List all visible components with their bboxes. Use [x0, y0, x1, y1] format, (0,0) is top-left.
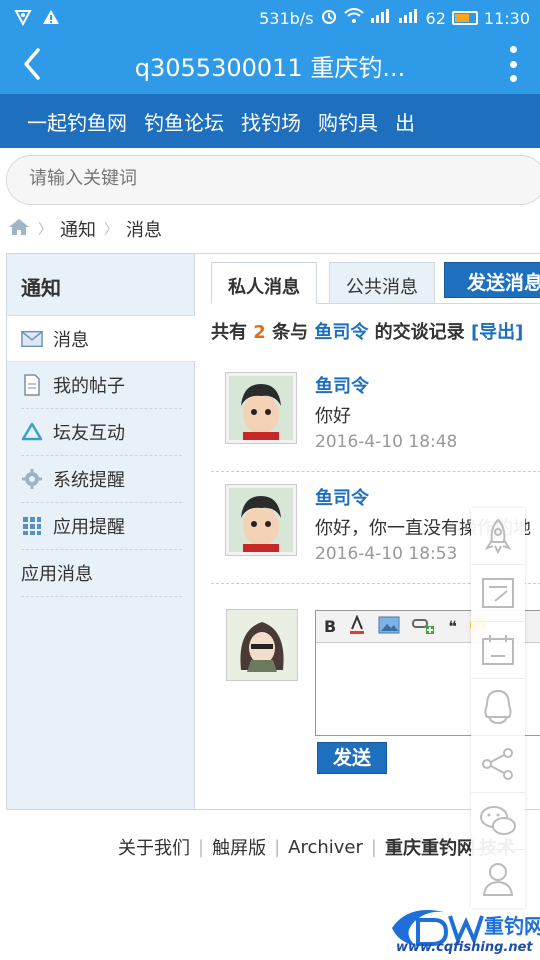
summary-prefix: 共有: [211, 322, 247, 343]
footer-about-link[interactable]: 关于我们: [118, 834, 190, 860]
link-icon[interactable]: [412, 616, 436, 638]
message-time: 2016-4-10 18:48: [315, 432, 458, 452]
sidebar-item-label: 系统提醒: [53, 470, 125, 491]
message-time: 2016-4-10 18:53: [315, 544, 458, 564]
title-bar: q3055300011 重庆钓...: [0, 34, 540, 94]
image-icon[interactable]: [378, 616, 400, 638]
sidebar-item-label: 应用消息: [21, 564, 93, 585]
nav-item-spots[interactable]: 找钓场: [241, 107, 301, 136]
qq-icon[interactable]: [471, 679, 525, 736]
message-item: 鱼司令 你好 2016-4-10 18:48: [211, 360, 540, 472]
back-arrow-icon[interactable]: [16, 46, 52, 82]
bold-icon[interactable]: B: [324, 617, 336, 636]
tab-private-messages[interactable]: 私人消息: [211, 262, 317, 304]
nav-item-home[interactable]: 一起钓鱼网: [27, 107, 127, 136]
footer-separator: |: [274, 836, 281, 858]
message-sender[interactable]: 鱼司令: [315, 372, 369, 398]
top-nav: 一起钓鱼网 钓鱼论坛 找钓场 购钓具 出: [0, 94, 540, 148]
my-avatar[interactable]: [226, 609, 298, 681]
message-count: 2: [253, 322, 266, 343]
document-icon: [21, 374, 43, 396]
avatar[interactable]: [225, 372, 297, 444]
share-icon[interactable]: [471, 736, 525, 793]
sidebar-item-my-posts[interactable]: 我的帖子: [21, 362, 182, 409]
envelope-icon: [21, 328, 43, 350]
grid-icon: [21, 515, 43, 537]
summary-middle: 条与: [272, 322, 309, 343]
sidebar-item-app-messages[interactable]: 应用消息: [21, 550, 182, 597]
shield-icon: [14, 8, 32, 30]
page-title: q3055300011 重庆钓...: [134, 54, 406, 82]
alarm-icon: [320, 7, 338, 29]
site-logo: 重钓网 www.cqfishing.net: [388, 898, 540, 960]
breadcrumb-messages: 消息: [126, 220, 162, 241]
battery-level: 62: [425, 8, 446, 28]
wifi-icon: [343, 8, 364, 28]
search-box[interactable]: [6, 155, 540, 205]
breadcrumb-separator: 〉: [38, 222, 52, 238]
notification-panel: 通知 消息 我的帖子 坛友互动 系统提醒 应用提醒 应用消息 私人消息 公共消息…: [6, 253, 540, 810]
sidebar-item-label: 消息: [53, 329, 89, 351]
message-sender[interactable]: 鱼司令: [315, 484, 369, 510]
network-speed: 531b/s: [259, 8, 314, 28]
message-text: 你好: [315, 406, 351, 427]
avatar[interactable]: [225, 484, 297, 556]
footer-separator: |: [370, 836, 377, 858]
sidebar-item-messages[interactable]: 消息: [7, 316, 196, 362]
send-button[interactable]: 发送: [317, 742, 387, 774]
quote-icon[interactable]: ❝: [448, 617, 457, 636]
clock: 11:30: [483, 8, 530, 28]
signal-icon: [370, 8, 392, 28]
send-message-button[interactable]: 发送消息: [444, 262, 540, 298]
breadcrumb-notice[interactable]: 通知: [60, 216, 96, 242]
sidebar-item-label: 坛友互动: [53, 423, 125, 444]
back-to-top-icon[interactable]: [471, 508, 525, 565]
logo-url: www.cqfishing.net: [396, 940, 533, 955]
nav-item-more[interactable]: 出: [395, 107, 415, 136]
wechat-icon[interactable]: [471, 793, 525, 850]
nav-item-gear[interactable]: 购钓具: [318, 107, 378, 136]
conversation-summary: 共有 2 条与 鱼司令 的交谈记录 [导出]: [211, 318, 523, 344]
sidebar-item-app-alerts[interactable]: 应用提醒: [21, 503, 182, 550]
footer-site-link[interactable]: 重庆重钓网: [385, 834, 475, 860]
calendar-icon[interactable]: [471, 622, 525, 679]
battery-icon: [451, 11, 478, 25]
summary-suffix: 的交谈记录: [374, 322, 465, 343]
home-icon[interactable]: [8, 217, 30, 242]
breadcrumb-separator: 〉: [104, 222, 118, 238]
write-post-icon[interactable]: [471, 565, 525, 622]
signal-icon-2: [398, 8, 420, 28]
gear-icon: [21, 468, 43, 490]
sidebar-item-label: 我的帖子: [53, 376, 125, 397]
status-bar: 531b/s 62 11:30: [0, 0, 540, 34]
search-input[interactable]: [29, 168, 509, 189]
font-color-icon[interactable]: [348, 613, 366, 639]
sidebar-heading: 通知: [7, 254, 194, 316]
export-link[interactable]: [导出]: [471, 322, 523, 343]
nav-item-forum[interactable]: 钓鱼论坛: [144, 107, 224, 136]
sidebar: 通知 消息 我的帖子 坛友互动 系统提醒 应用提醒 应用消息: [7, 254, 196, 809]
recycle-icon: [21, 421, 43, 443]
sidebar-item-interactions[interactable]: 坛友互动: [21, 409, 182, 456]
footer-archiver-link[interactable]: Archiver: [288, 837, 363, 858]
footer-separator: |: [198, 836, 205, 858]
footer-links: 关于我们 | 触屏版 | Archiver | 重庆重钓网 技术: [118, 834, 515, 860]
floating-toolbar: [471, 508, 525, 908]
breadcrumb: 〉 通知 〉 消息: [8, 216, 162, 242]
conversation-user-link[interactable]: 鱼司令: [314, 322, 368, 343]
sidebar-item-system[interactable]: 系统提醒: [21, 456, 182, 503]
footer-touch-link[interactable]: 触屏版: [212, 834, 266, 860]
logo-text: 重钓网: [484, 914, 540, 938]
more-menu-icon[interactable]: [508, 46, 518, 82]
tab-public-messages[interactable]: 公共消息: [329, 262, 435, 304]
warning-icon: [42, 8, 60, 30]
sidebar-item-label: 应用提醒: [53, 517, 125, 538]
